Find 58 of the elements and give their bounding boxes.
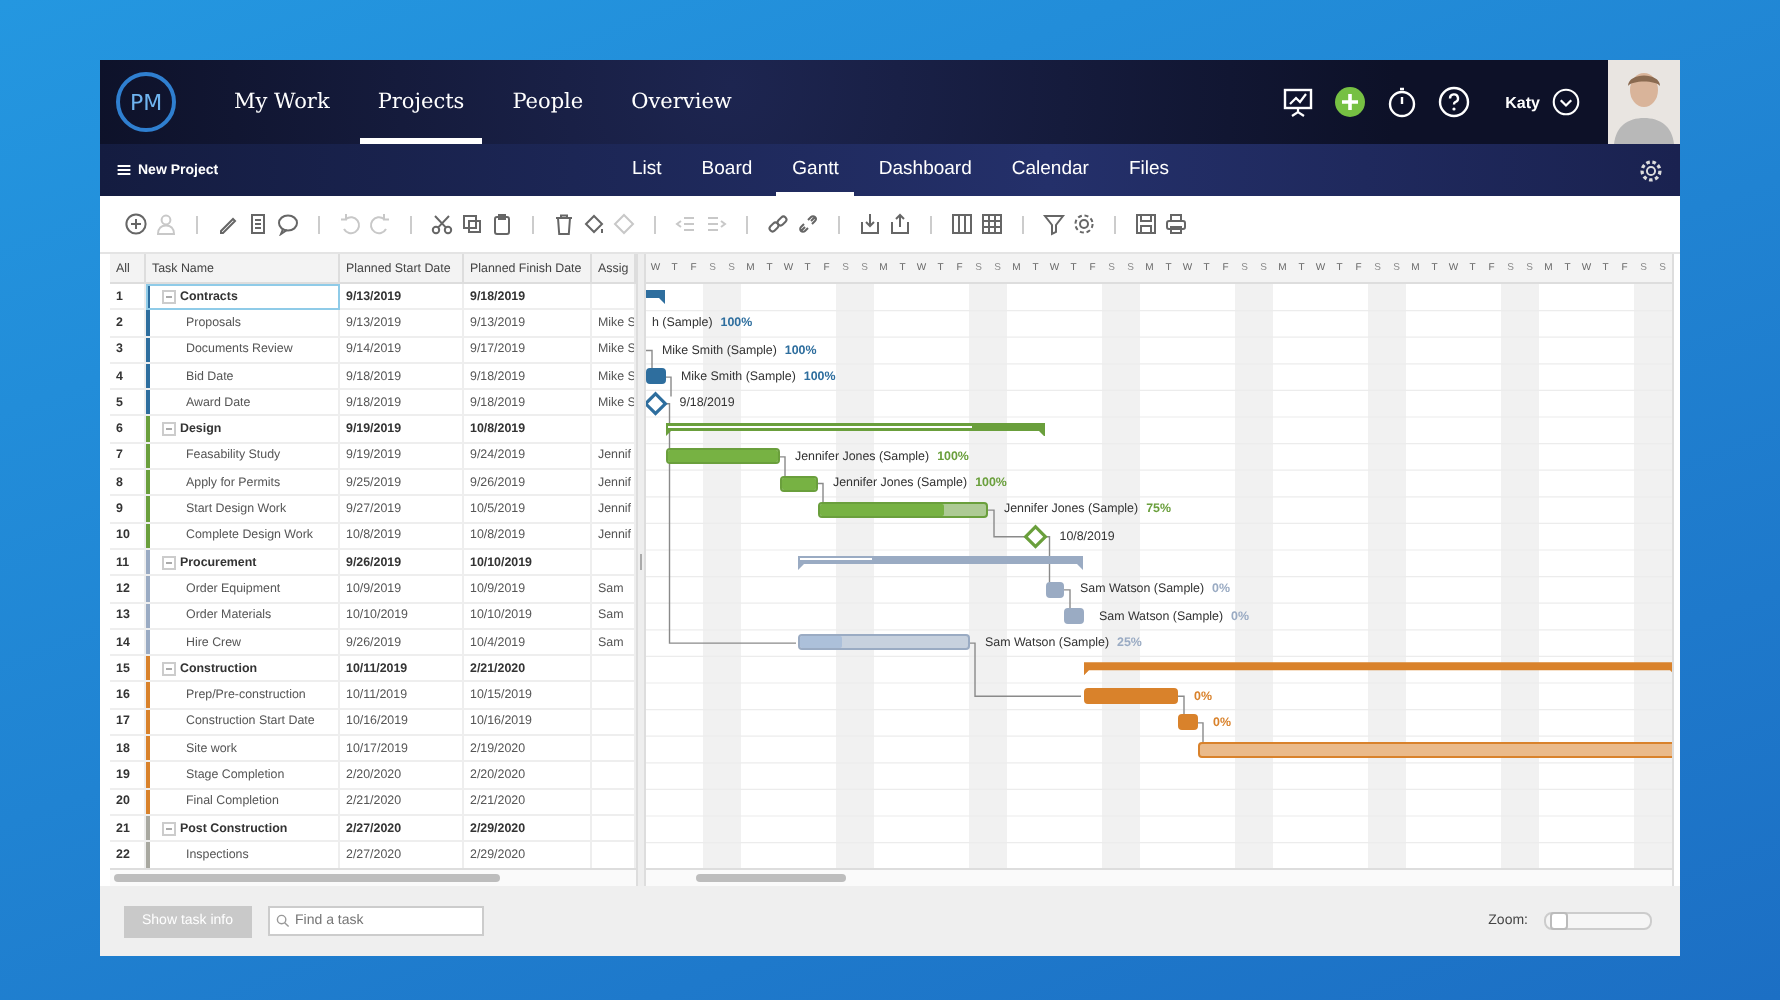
view-tab[interactable]: List: [616, 144, 678, 196]
comment-icon[interactable]: [276, 212, 300, 236]
collapse-icon[interactable]: [162, 821, 176, 836]
import-icon[interactable]: [858, 212, 882, 236]
slider-thumb[interactable]: [1549, 912, 1568, 930]
horizontal-scrollbar[interactable]: [114, 874, 500, 883]
collapse-icon[interactable]: [162, 555, 176, 570]
milestone-diamond[interactable]: [1023, 524, 1048, 549]
collapse-icon[interactable]: [162, 661, 176, 676]
nav-tab[interactable]: Overview: [613, 60, 750, 144]
view-tab[interactable]: Gantt: [776, 144, 855, 196]
nav-tab[interactable]: My Work: [216, 60, 348, 144]
task-bar[interactable]: [817, 501, 988, 518]
summary-bar[interactable]: [646, 289, 665, 304]
logo[interactable]: PM: [116, 72, 176, 132]
collapse-icon[interactable]: [162, 422, 176, 437]
nav-tab[interactable]: People: [494, 60, 602, 144]
delete-icon[interactable]: [552, 212, 576, 236]
view-tab[interactable]: Dashboard: [862, 144, 988, 196]
unlink-icon[interactable]: [796, 212, 820, 236]
user-name[interactable]: Katy: [1505, 93, 1540, 111]
task-bar[interactable]: [1064, 608, 1083, 625]
task-bar[interactable]: [646, 368, 665, 385]
filter-icon[interactable]: [1042, 212, 1066, 236]
task-bar[interactable]: [1045, 581, 1064, 598]
view-tab[interactable]: Board: [685, 144, 769, 196]
menu-icon: [116, 162, 132, 178]
splitter-handle[interactable]: [636, 254, 646, 886]
task-bar[interactable]: [798, 634, 969, 651]
zoom-slider[interactable]: [1544, 912, 1652, 930]
grid-icon[interactable]: [980, 212, 1004, 236]
edit-icon[interactable]: [216, 212, 240, 236]
collapse-icon[interactable]: [162, 289, 176, 304]
view-tab[interactable]: Files: [1112, 144, 1186, 196]
task-bar[interactable]: [1197, 741, 1672, 758]
task-bar[interactable]: [1178, 714, 1197, 731]
avatar[interactable]: [1608, 60, 1680, 144]
cut-icon[interactable]: [430, 212, 454, 236]
add-icon[interactable]: [1333, 86, 1366, 118]
settings-icon[interactable]: [1072, 212, 1096, 236]
chevron-down-icon[interactable]: [1552, 88, 1580, 116]
save-icon[interactable]: [1134, 212, 1158, 236]
search-icon: [275, 914, 290, 928]
columns-icon[interactable]: [950, 212, 974, 236]
link-icon[interactable]: [766, 212, 790, 236]
help-icon[interactable]: [1437, 86, 1470, 118]
view-tab[interactable]: Calendar: [995, 144, 1105, 196]
timer-icon[interactable]: [1385, 86, 1418, 118]
paste-icon[interactable]: [490, 212, 514, 236]
task-bar[interactable]: [1083, 687, 1178, 704]
print-icon[interactable]: [1164, 212, 1188, 236]
summary-bar[interactable]: [1083, 662, 1672, 677]
presentation-icon[interactable]: [1281, 86, 1314, 118]
copy-icon[interactable]: [460, 212, 484, 236]
horizontal-scrollbar[interactable]: [696, 874, 846, 883]
export-icon[interactable]: [888, 212, 912, 236]
notes-icon[interactable]: [246, 212, 270, 236]
fill-icon[interactable]: [582, 212, 606, 236]
